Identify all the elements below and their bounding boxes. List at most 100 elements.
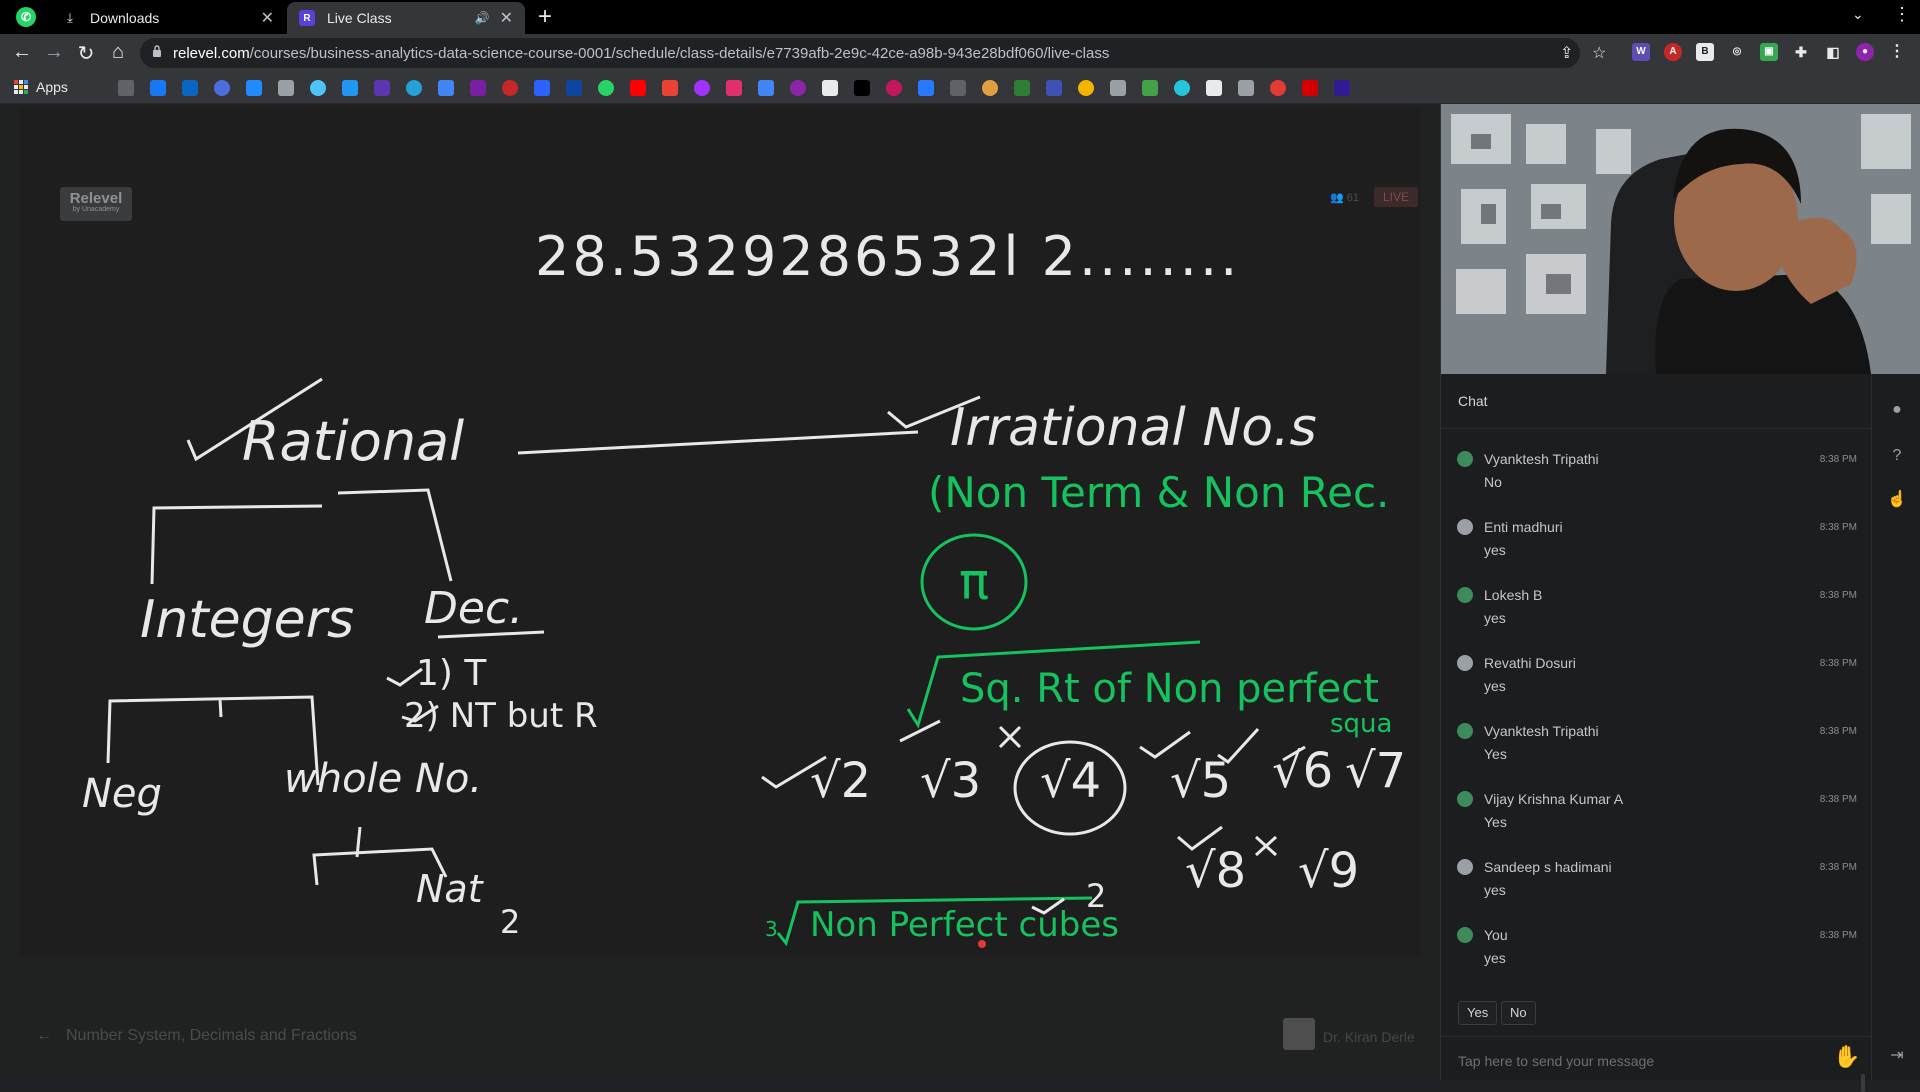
apps-label: Apps [36, 79, 68, 95]
apps-shortcut[interactable]: Apps [14, 79, 68, 95]
exit-icon[interactable]: ⇥ [1887, 1046, 1907, 1066]
bookmark-favicon-icon[interactable] [150, 80, 166, 96]
chat-message-input[interactable] [1458, 1050, 1818, 1072]
bookmark-favicon-icon[interactable] [1270, 80, 1286, 96]
bookmark-favicon-icon[interactable] [950, 80, 966, 96]
user-avatar [1457, 927, 1473, 943]
back-arrow-icon[interactable]: ← [10, 41, 34, 64]
bookmark-favicon-icon[interactable] [790, 80, 806, 96]
bookmark-favicon-icon[interactable] [662, 80, 678, 96]
bookmark-favicon-icon[interactable] [374, 80, 390, 96]
bookmark-favicon-icon[interactable] [438, 80, 454, 96]
bookmark-favicon-icon[interactable] [1078, 80, 1094, 96]
window-menu-icon[interactable]: ⋮ [1893, 4, 1911, 25]
question-icon[interactable]: ? [1887, 446, 1907, 466]
wb-root-5: √5 [1170, 753, 1231, 809]
bookmark-favicon-icon[interactable] [502, 80, 518, 96]
bookmark-favicon-icon[interactable] [630, 80, 646, 96]
back-arrow-icon[interactable]: ← [36, 1027, 52, 1044]
address-bar[interactable]: relevel.com/courses/business-analytics-d… [140, 38, 1606, 68]
chat-panel: Chat Vyanktesh Tripathi 8:38 PM No Enti mad… [1441, 374, 1871, 1092]
raise-hand-icon[interactable]: ✋ [1833, 1044, 1860, 1070]
profile-avatar-icon[interactable]: ● [1856, 43, 1874, 61]
whatsapp-pinned-icon[interactable]: ✆ [16, 7, 36, 27]
whiteboard-drawing: 28.5329286532l 2........ Rational Intege… [82, 225, 1406, 948]
bookmark-favicon-icon[interactable] [470, 80, 486, 96]
bookmark-favicon-icon[interactable] [598, 80, 614, 96]
bookmark-favicon-icon[interactable] [1206, 80, 1222, 96]
bookmark-favicon-icon[interactable] [1142, 80, 1158, 96]
bookmark-favicon-icon[interactable] [566, 80, 582, 96]
home-icon[interactable]: ⌂ [106, 41, 130, 64]
message-time: 8:38 PM [1819, 454, 1857, 465]
share-icon[interactable]: ⇪ [1560, 43, 1573, 63]
bookmark-favicon-icon[interactable] [854, 80, 870, 96]
bookmark-favicon-icon[interactable] [406, 80, 422, 96]
bookmark-favicon-icon[interactable] [758, 80, 774, 96]
message-text: yes [1484, 678, 1506, 694]
tab-search-chevron-icon[interactable]: ⌄ [1852, 6, 1864, 23]
bookmark-favicon-icon[interactable] [278, 80, 294, 96]
bookmark-favicon-icon[interactable] [534, 80, 550, 96]
url-text[interactable]: relevel.com/courses/business-analytics-d… [173, 45, 1109, 62]
message-text: Yes [1484, 746, 1507, 762]
bookmark-favicon-icon[interactable] [1174, 80, 1190, 96]
bookmark-favicon-icon[interactable] [1334, 80, 1350, 96]
tab-downloads[interactable]: ⤓ Downloads ✕ [50, 2, 286, 34]
bookmark-favicon-icon[interactable] [118, 80, 134, 96]
wb-integers: Integers [140, 590, 354, 650]
bookmark-favicon-icon[interactable] [1302, 80, 1318, 96]
wb-irrational: Irrational No.s [950, 398, 1317, 458]
extension-adblock-icon[interactable]: A [1664, 43, 1682, 61]
webcam-frame [1441, 104, 1920, 374]
bookmark-favicon-icon[interactable] [1014, 80, 1030, 96]
close-icon[interactable]: ✕ [261, 8, 274, 28]
url-domain: relevel.com [173, 45, 250, 62]
new-tab-button[interactable]: + [538, 5, 552, 29]
bookmark-favicon-icon[interactable] [694, 80, 710, 96]
tab-live-class[interactable]: R Live Class 🔊 ✕ [287, 2, 525, 34]
bookmark-favicon-icon[interactable] [182, 80, 198, 96]
bookmark-star-icon[interactable]: ☆ [1592, 43, 1606, 63]
bookmark-favicon-icon[interactable] [1238, 80, 1254, 96]
bookmark-favicon-icon[interactable] [822, 80, 838, 96]
chat-message: Enti madhuri 8:38 PM yes [1457, 519, 1857, 579]
extension-glasses-icon[interactable]: ◎ [1728, 43, 1746, 61]
bookmark-favicon-icon[interactable] [342, 80, 358, 96]
bookmark-favicon-icon[interactable] [214, 80, 230, 96]
bookmark-favicon-icon[interactable] [918, 80, 934, 96]
hand-icon[interactable]: ☝ [1887, 490, 1907, 510]
bookmark-favicon-icon[interactable] [726, 80, 742, 96]
bookmark-favicon-icon[interactable] [886, 80, 902, 96]
message-time: 8:38 PM [1819, 930, 1857, 941]
wb-number: 28.5329286532l 2........ [535, 225, 1240, 288]
whiteboard: Relevel by Unacademy 👥 61 LIVE 28.532928… [20, 107, 1420, 957]
lecture-title[interactable]: ← Number System, Decimals and Fractions [36, 1027, 357, 1045]
message-text: yes [1484, 950, 1506, 966]
chat-scrollbar[interactable] [1861, 1074, 1865, 1092]
teacher-avatar [1283, 1018, 1315, 1050]
bookmark-favicon-icon[interactable] [1046, 80, 1062, 96]
chat-bubble-icon[interactable]: ● [1887, 400, 1907, 420]
quick-reply-yes-button[interactable]: Yes [1458, 1001, 1498, 1025]
close-icon[interactable]: ✕ [500, 8, 513, 28]
bookmark-favicon-icon[interactable] [982, 80, 998, 96]
message-author: Enti madhuri [1484, 519, 1563, 535]
forward-arrow-icon[interactable]: → [42, 41, 66, 64]
quick-reply-no-button[interactable]: No [1501, 1001, 1536, 1025]
bookmark-favicon-icon[interactable] [246, 80, 262, 96]
side-panel-icon[interactable]: ◧ [1824, 43, 1842, 61]
chrome-menu-icon[interactable]: ⋮ [1888, 43, 1906, 61]
bookmark-favicon-icon[interactable] [1110, 80, 1126, 96]
connector-line [517, 430, 919, 455]
teacher-name: Dr. Kiran Derle [1323, 1029, 1415, 1045]
bookmark-favicon-icon[interactable] [310, 80, 326, 96]
extensions-puzzle-icon[interactable]: ✚ [1792, 43, 1810, 61]
extension-wh-icon[interactable]: W [1632, 43, 1650, 61]
reload-icon[interactable]: ↻ [74, 41, 98, 66]
extension-b-icon[interactable]: B [1696, 43, 1714, 61]
message-time: 8:38 PM [1819, 590, 1857, 601]
divider [1441, 1036, 1871, 1037]
extension-green-icon[interactable]: ▣ [1760, 43, 1778, 61]
speaker-icon[interactable]: 🔊 [475, 11, 490, 25]
